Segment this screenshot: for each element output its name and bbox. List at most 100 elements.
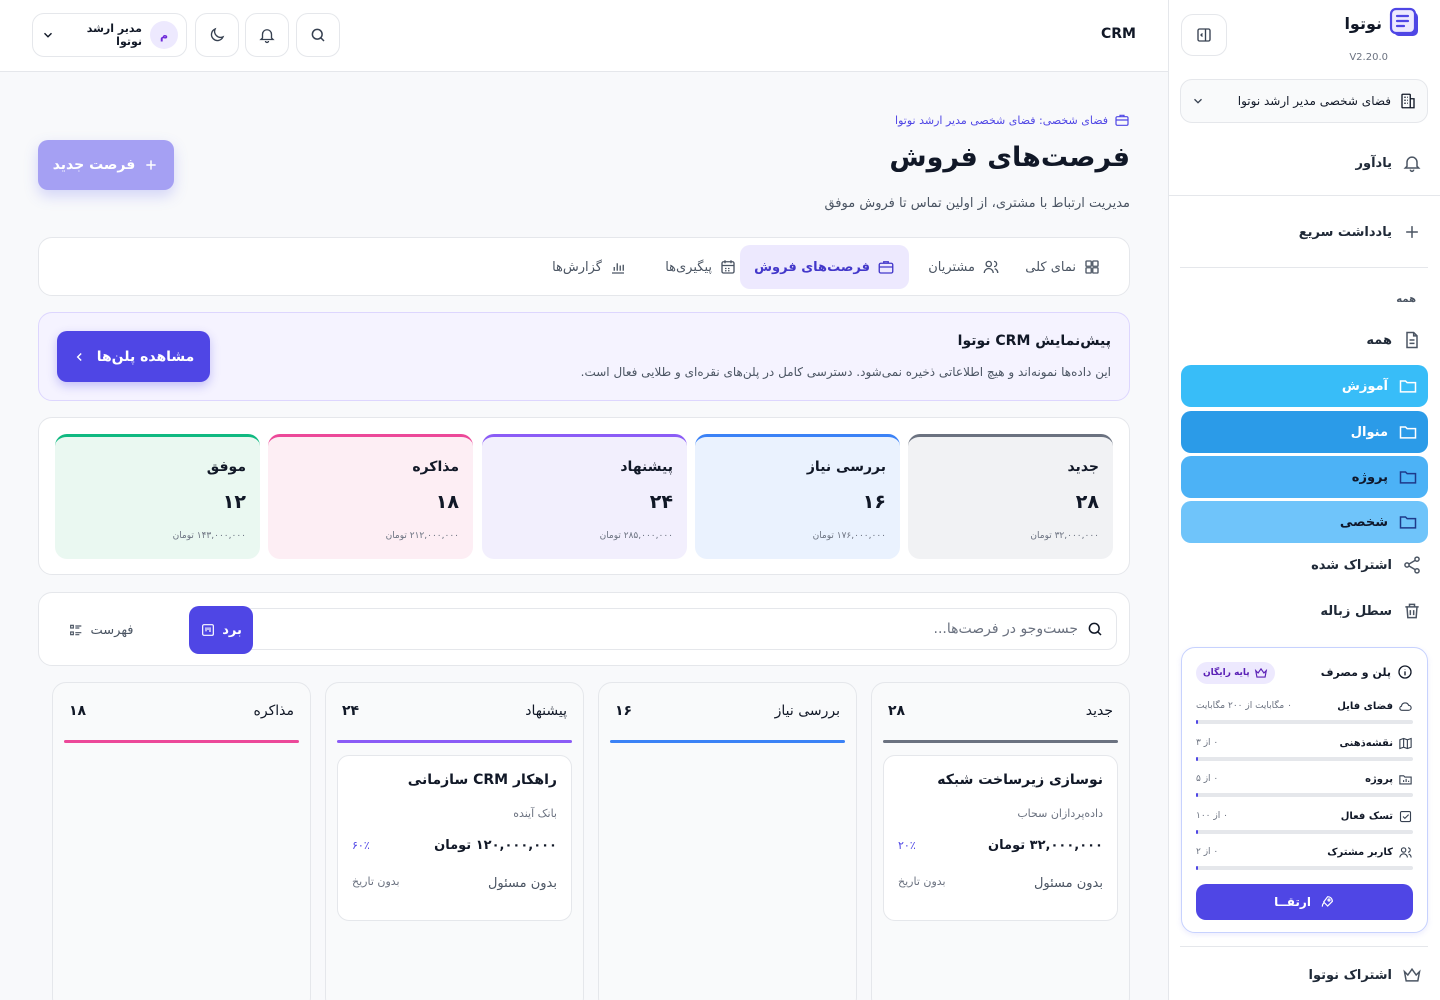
stage-name: پیشنهاد [620, 459, 673, 475]
column-count: ۲۸ [888, 703, 906, 719]
divider [1169, 195, 1440, 196]
view-plans-label: مشاهده پلن‌ها [96, 348, 195, 365]
sidebar-item-label: اشتراک شده [1311, 557, 1392, 573]
crown-icon [1402, 965, 1422, 985]
moon-icon [208, 26, 226, 44]
stage-count: ۲۸ [1075, 491, 1099, 513]
board-column: پیشنهاد ۲۴ راهکار CRM سازمانی بانک آینده… [325, 682, 584, 1000]
usage-name: تسک فعال [1340, 810, 1393, 822]
view-list-label: فهرست [90, 622, 134, 638]
column-accent-line [610, 740, 845, 743]
users-icon [1398, 845, 1413, 860]
banner-text: این داده‌ها نمونه‌اند و هیچ اطلاعاتی ذخی… [580, 365, 1111, 379]
usage-item: نقشه‌ذهنی ۰ از ۳ [1196, 735, 1413, 761]
section-label: همه [1396, 294, 1416, 305]
usage-bar [1196, 830, 1413, 834]
usage-bar [1196, 757, 1413, 761]
opportunity-card[interactable]: نوسازی زیرساخت شبکه داده‌پردازان سحاب ۳۲… [883, 755, 1118, 921]
folder-chart-icon [1398, 772, 1413, 787]
column-count: ۱۸ [69, 703, 87, 719]
plan-header: پلن و مصرف [1321, 664, 1413, 680]
plan-title: پلن و مصرف [1320, 665, 1391, 679]
sidebar-item-label: همه [1366, 332, 1392, 348]
stage-count: ۱۲ [222, 491, 246, 513]
breadcrumb-text: فضای شخصی: فضای شخصی مدیر ارشد نوتوا [895, 113, 1108, 127]
search-input[interactable] [240, 621, 1078, 637]
upgrade-button[interactable]: ارتقــا [1196, 884, 1413, 920]
sidebar-item-shared[interactable]: اشتراک شده [1311, 555, 1422, 575]
sidebar-item-label: یادداشت سریع [1298, 224, 1392, 240]
column-accent-line [337, 740, 572, 743]
view-plans-button[interactable]: مشاهده پلن‌ها [57, 331, 210, 382]
briefcase-icon [877, 258, 895, 276]
sidebar-item-quick-note[interactable]: یادداشت سریع [1299, 222, 1422, 242]
app-name: نوتوا [1344, 13, 1382, 33]
tab-customers[interactable]: مشتریان [914, 245, 1014, 289]
collapse-sidebar-button[interactable] [1181, 14, 1227, 56]
sidebar-item-subscription[interactable]: اشتراک نوتوا [1309, 965, 1422, 985]
folder-item[interactable]: آموزش [1181, 365, 1428, 407]
breadcrumb[interactable]: فضای شخصی: فضای شخصی مدیر ارشد نوتوا [895, 112, 1130, 128]
theme-toggle-button[interactable] [195, 13, 239, 57]
tab-overview[interactable]: نمای کلی [1011, 245, 1115, 289]
opportunity-owner: بدون مسئول [1033, 876, 1103, 891]
stage-count: ۱۶ [862, 491, 886, 513]
chevron-left-icon [73, 350, 87, 364]
folder-item[interactable]: شخصی [1181, 501, 1428, 543]
usage-bar [1196, 720, 1413, 724]
crm-tabs: نمای کلی مشتریان فرصت‌های فروش پیگیری‌ها… [38, 237, 1130, 296]
sidebar-item-label: اشتراک نوتوا [1308, 967, 1392, 983]
usage-name: کاربر مشترک [1327, 846, 1393, 858]
sidebar-item-label: سطل زباله [1320, 603, 1392, 619]
map-icon [1398, 736, 1413, 751]
opportunity-card[interactable]: راهکار CRM سازمانی بانک آینده ۱۲۰,۰۰۰,۰۰… [337, 755, 572, 921]
sidebar-item-trash[interactable]: سطل زباله [1320, 601, 1422, 621]
chevron-down-icon [1191, 94, 1205, 108]
folder-item[interactable]: منوال [1181, 411, 1428, 453]
list-view-button[interactable]: فهرست [63, 606, 139, 654]
usage-name: پروژه [1365, 773, 1393, 785]
usage-bar [1196, 793, 1413, 797]
search-box[interactable] [227, 608, 1117, 650]
sidebar-item-all[interactable]: همه [1366, 330, 1422, 350]
stage-amount: ۱۷۶,۰۰۰,۰۰۰ تومان [812, 531, 886, 541]
stage-stat-card[interactable]: مذاکره ۱۸ ۲۱۲,۰۰۰,۰۰۰ تومان [268, 434, 473, 559]
new-opportunity-button[interactable]: فرصت جدید [38, 140, 174, 190]
view-board-label: برد [222, 622, 242, 638]
opportunity-date: بدون تاریخ [898, 875, 946, 888]
top-bar: CRM م مدیر ارشد نوتوا [0, 0, 1168, 72]
divider [1180, 267, 1428, 268]
usage-name: فضای فایل [1337, 700, 1393, 712]
folder-label: شخصی [1339, 514, 1388, 530]
usage-item: کاربر مشترک ۰ از ۲ [1196, 844, 1413, 870]
tab-reports[interactable]: گزارش‌ها [538, 245, 641, 289]
stage-stat-card[interactable]: جدید ۲۸ ۳۲,۰۰۰,۰۰۰ تومان [908, 434, 1113, 559]
pipeline-stats: جدید ۲۸ ۳۲,۰۰۰,۰۰۰ تومان بررسی نیاز ۱۶ ۱… [38, 417, 1130, 575]
tab-followups[interactable]: پیگیری‌ها [651, 245, 751, 289]
column-name: پیشنهاد [525, 703, 567, 719]
tab-opportunities[interactable]: فرصت‌های فروش [740, 245, 909, 289]
app-logo[interactable]: نوتوا [1344, 6, 1422, 40]
board-view-button[interactable]: برد [189, 606, 253, 654]
sidebar-item-reminder[interactable]: یادآور [1356, 153, 1422, 173]
stage-stat-card[interactable]: موفق ۱۲ ۱۴۳,۰۰۰,۰۰۰ تومان [55, 434, 260, 559]
document-icon [1402, 330, 1422, 350]
search-icon [1086, 620, 1104, 638]
opportunity-amount: ۱۲۰,۰۰۰,۰۰۰ تومان [434, 838, 557, 853]
notifications-button[interactable] [245, 13, 289, 57]
column-accent-line [64, 740, 299, 743]
folder-item[interactable]: پروژه [1181, 456, 1428, 498]
stage-stat-card[interactable]: پیشنهاد ۲۴ ۲۸۵,۰۰۰,۰۰۰ تومان [482, 434, 687, 559]
stage-stat-card[interactable]: بررسی نیاز ۱۶ ۱۷۶,۰۰۰,۰۰۰ تومان [695, 434, 900, 559]
stage-amount: ۲۱۲,۰۰۰,۰۰۰ تومان [385, 531, 459, 541]
plus-icon [1402, 222, 1422, 242]
board-column: مذاکره ۱۸ [52, 682, 311, 1000]
stage-count: ۱۸ [435, 491, 459, 513]
user-menu-button[interactable]: م مدیر ارشد نوتوا [32, 13, 187, 57]
usage-value: ۰ از ۵ [1196, 774, 1219, 784]
folder-icon [1398, 422, 1418, 442]
workspace-selector[interactable]: فضای شخصی مدیر ارشد نوتوا [1180, 79, 1428, 123]
search-button[interactable] [296, 13, 340, 57]
folder-icon [1398, 512, 1418, 532]
stage-name: بررسی نیاز [806, 459, 886, 475]
